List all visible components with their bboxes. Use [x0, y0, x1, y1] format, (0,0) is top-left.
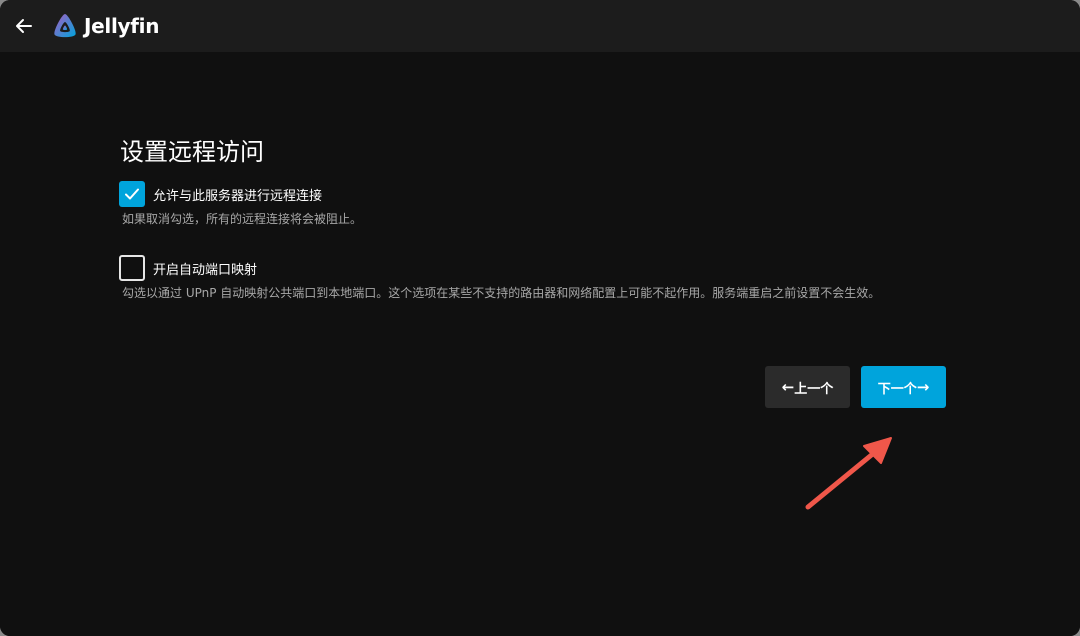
remote-access-label[interactable]: 允许与此服务器进行远程连接 [153, 185, 322, 204]
upnp-description: 勾选以通过 UPnP 自动映射公共端口到本地端口。这个选项在某些不支持的路由器和… [122, 286, 881, 300]
app-logo[interactable]: Jellyfin [52, 12, 159, 40]
option-upnp[interactable]: 开启自动端口映射 [119, 255, 257, 281]
upnp-checkbox[interactable] [119, 255, 145, 281]
checkmark-icon [125, 188, 139, 200]
previous-button[interactable]: ← 上一个 [765, 366, 850, 408]
arrow-left-icon: ← [781, 378, 795, 396]
app-header: Jellyfin [0, 0, 1080, 52]
jellyfin-logo-icon [54, 14, 76, 38]
remote-access-description: 如果取消勾选，所有的远程连接将会被阻止。 [122, 212, 363, 226]
app-window: Jellyfin 设置远程访问 允许与此服务器进行远程连接 如果取消勾选，所有的… [0, 0, 1080, 636]
previous-button-label: 上一个 [794, 381, 834, 397]
arrow-right-icon: → [916, 378, 930, 396]
next-button-label: 下一个 [877, 381, 917, 397]
back-button[interactable] [10, 12, 38, 40]
upnp-label[interactable]: 开启自动端口映射 [153, 259, 257, 278]
option-remote-access[interactable]: 允许与此服务器进行远程连接 [119, 181, 322, 207]
remote-access-checkbox[interactable] [119, 181, 145, 207]
arrow-left-icon [16, 19, 32, 33]
page-title: 设置远程访问 [120, 138, 264, 166]
main-content: 设置远程访问 允许与此服务器进行远程连接 如果取消勾选，所有的远程连接将会被阻止… [0, 52, 1080, 636]
app-name: Jellyfin [84, 14, 160, 38]
next-button[interactable]: 下一个 → [861, 366, 946, 408]
